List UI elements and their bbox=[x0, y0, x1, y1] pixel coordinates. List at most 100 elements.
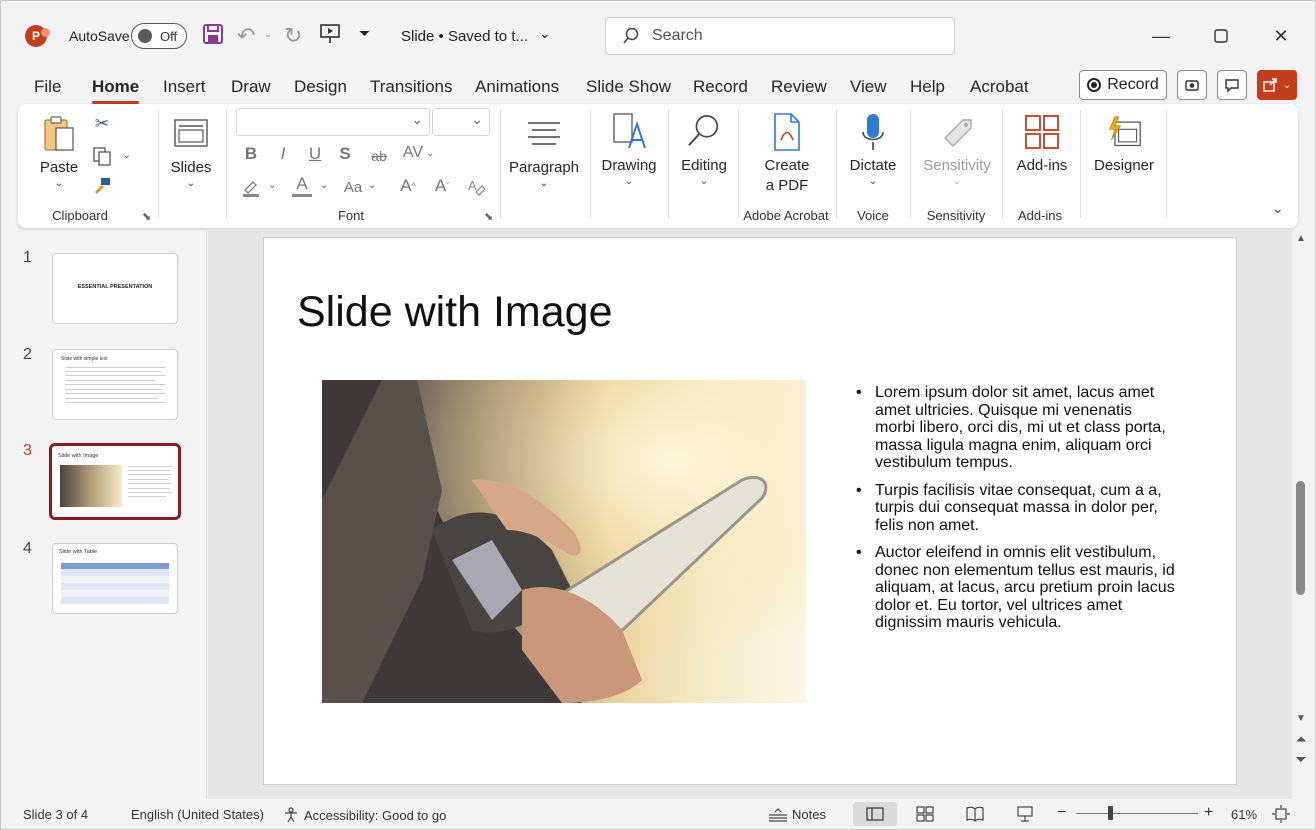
dictate-button[interactable]: Dictate ⌄ bbox=[844, 112, 902, 188]
normal-view-icon[interactable] bbox=[853, 802, 897, 826]
separator bbox=[590, 110, 591, 218]
add-ins-button[interactable]: Add-ins bbox=[1010, 112, 1074, 176]
change-case-button[interactable]: Aa bbox=[340, 176, 366, 198]
share-button[interactable]: ⌄ bbox=[1257, 70, 1297, 100]
fit-to-window-icon[interactable] bbox=[1259, 802, 1303, 826]
close-icon[interactable]: ✕ bbox=[1261, 21, 1301, 51]
comments-icon[interactable] bbox=[1217, 70, 1247, 100]
slide-thumbnail-2[interactable]: Slide with simple text bbox=[52, 349, 178, 420]
slides-button[interactable]: Slides ⌄ bbox=[166, 114, 216, 190]
italic-button[interactable]: I bbox=[274, 144, 292, 164]
document-title[interactable]: Slide • Saved to t... bbox=[401, 28, 528, 45]
record-button[interactable]: Record bbox=[1079, 70, 1167, 100]
tab-help[interactable]: Help bbox=[910, 77, 945, 97]
paragraph-button[interactable]: Paragraph ⌄ bbox=[508, 114, 580, 190]
scroll-up-icon[interactable]: ▲ bbox=[1295, 233, 1307, 244]
tab-acrobat[interactable]: Acrobat bbox=[970, 77, 1029, 97]
slide-thumbnail-1[interactable]: ESSENTIAL PRESENTATION bbox=[52, 253, 178, 324]
font-color-dropdown-icon[interactable]: ⌄ bbox=[320, 180, 328, 191]
shadow-button[interactable]: S bbox=[336, 144, 354, 164]
tab-slide-show[interactable]: Slide Show bbox=[586, 77, 671, 97]
previous-slide-icon[interactable]: ⏶ bbox=[1295, 731, 1307, 748]
scrollbar-thumb[interactable] bbox=[1296, 481, 1305, 595]
tab-animations[interactable]: Animations bbox=[475, 77, 559, 97]
underline-button[interactable]: U bbox=[306, 144, 324, 164]
thumbnail-text-line bbox=[65, 384, 165, 385]
search-box[interactable]: Search bbox=[605, 17, 955, 55]
clear-formatting-icon[interactable]: A bbox=[464, 174, 488, 198]
minimize-icon[interactable]: — bbox=[1141, 21, 1181, 51]
current-slide[interactable]: Slide with Image Lorem ipsu bbox=[263, 237, 1237, 785]
drawing-button[interactable]: Drawing ⌄ bbox=[598, 112, 660, 188]
scroll-down-icon[interactable]: ▼ bbox=[1295, 713, 1307, 724]
editing-button[interactable]: Editing ⌄ bbox=[674, 112, 734, 188]
tab-insert[interactable]: Insert bbox=[163, 77, 206, 97]
clipboard-launcher-icon[interactable]: ⬊ bbox=[142, 210, 151, 223]
clipboard-group-label: Clipboard bbox=[52, 208, 108, 223]
title-dropdown-icon[interactable]: ⌄ bbox=[539, 25, 551, 42]
slide-thumbnail-3[interactable]: Slide with Image bbox=[49, 443, 181, 520]
tab-view[interactable]: View bbox=[850, 77, 887, 97]
copy-dropdown-icon[interactable]: ⌄ bbox=[122, 148, 131, 161]
language-status[interactable]: English (United States) bbox=[131, 807, 264, 822]
slide-sorter-icon[interactable] bbox=[903, 802, 947, 826]
create-pdf-button[interactable]: Create a PDF bbox=[754, 112, 820, 196]
format-painter-icon[interactable] bbox=[90, 174, 114, 198]
autosave-state: Off bbox=[160, 29, 178, 44]
zoom-out-button[interactable]: − bbox=[1057, 804, 1066, 822]
tab-home[interactable]: Home bbox=[92, 77, 140, 104]
highlight-color-icon[interactable] bbox=[240, 176, 262, 198]
font-launcher-icon[interactable]: ⬊ bbox=[484, 210, 493, 223]
character-spacing-button[interactable]: AV bbox=[400, 142, 426, 164]
vertical-scrollbar[interactable]: ▲ ▼ ⏶ ⏷ bbox=[1293, 231, 1309, 799]
accessibility-status[interactable]: Accessibility: Good to go bbox=[283, 807, 446, 823]
slide-thumbnail-4[interactable]: Slide with Table bbox=[52, 543, 178, 614]
highlight-dropdown-icon[interactable]: ⌄ bbox=[268, 180, 276, 191]
redo-icon[interactable]: ↻ bbox=[284, 23, 302, 49]
strikethrough-button[interactable]: ab bbox=[368, 146, 390, 166]
designer-button[interactable]: Designer bbox=[1088, 112, 1160, 176]
slide-bullets[interactable]: Lorem ipsum dolor sit amet, lacus amet a… bbox=[856, 384, 1176, 642]
thumbnail-title: Slide with Table bbox=[59, 549, 98, 555]
tab-design[interactable]: Design bbox=[294, 77, 347, 97]
undo-dropdown-icon[interactable]: ⌄ bbox=[264, 29, 272, 40]
collapse-ribbon-icon[interactable]: ⌄ bbox=[1272, 200, 1284, 217]
undo-icon[interactable]: ↶ bbox=[237, 23, 255, 49]
tab-draw[interactable]: Draw bbox=[231, 77, 271, 97]
next-slide-icon[interactable]: ⏷ bbox=[1295, 751, 1307, 768]
tab-record[interactable]: Record bbox=[693, 77, 748, 97]
tab-review[interactable]: Review bbox=[771, 77, 827, 97]
copy-icon[interactable] bbox=[90, 144, 114, 168]
tab-file[interactable]: File bbox=[34, 77, 61, 97]
paste-button[interactable]: Paste ⌄ bbox=[36, 114, 82, 190]
slide-counter[interactable]: Slide 3 of 4 bbox=[23, 807, 88, 822]
decrease-font-size-icon[interactable]: Aˇ bbox=[430, 174, 454, 198]
zoom-level[interactable]: 61% bbox=[1231, 807, 1257, 822]
change-case-dropdown-icon[interactable]: ⌄ bbox=[368, 180, 376, 191]
font-size-select[interactable] bbox=[432, 108, 490, 136]
notes-button[interactable]: Notes bbox=[769, 807, 826, 822]
slide-show-icon[interactable] bbox=[1003, 802, 1047, 826]
autosave-toggle[interactable]: Off bbox=[131, 23, 187, 49]
save-icon[interactable] bbox=[202, 23, 224, 45]
increase-font-size-icon[interactable]: A ^ bbox=[396, 174, 420, 198]
reading-view-icon[interactable] bbox=[953, 802, 997, 826]
character-spacing-dropdown-icon[interactable]: ⌄ bbox=[426, 148, 434, 159]
sensitivity-button[interactable]: Sensitivity ⌄ bbox=[918, 112, 996, 188]
separator bbox=[158, 110, 159, 218]
slide-title[interactable]: Slide with Image bbox=[297, 288, 613, 337]
bold-button[interactable]: B bbox=[242, 144, 260, 164]
tab-transitions[interactable]: Transitions bbox=[370, 77, 453, 97]
maximize-icon[interactable] bbox=[1201, 21, 1241, 51]
font-family-select[interactable] bbox=[236, 108, 430, 136]
camera-icon[interactable] bbox=[1177, 70, 1207, 100]
separator bbox=[836, 110, 837, 218]
customize-toolbar-icon[interactable]: ⏷ bbox=[359, 25, 370, 42]
slide-image[interactable] bbox=[322, 380, 806, 703]
zoom-slider-thumb[interactable] bbox=[1108, 806, 1113, 820]
zoom-slider-track[interactable] bbox=[1076, 813, 1198, 814]
present-from-start-icon[interactable] bbox=[319, 23, 341, 45]
cut-icon[interactable]: ✂ bbox=[92, 112, 112, 136]
zoom-in-button[interactable]: + bbox=[1204, 804, 1213, 822]
font-color-icon[interactable]: A bbox=[290, 174, 314, 198]
